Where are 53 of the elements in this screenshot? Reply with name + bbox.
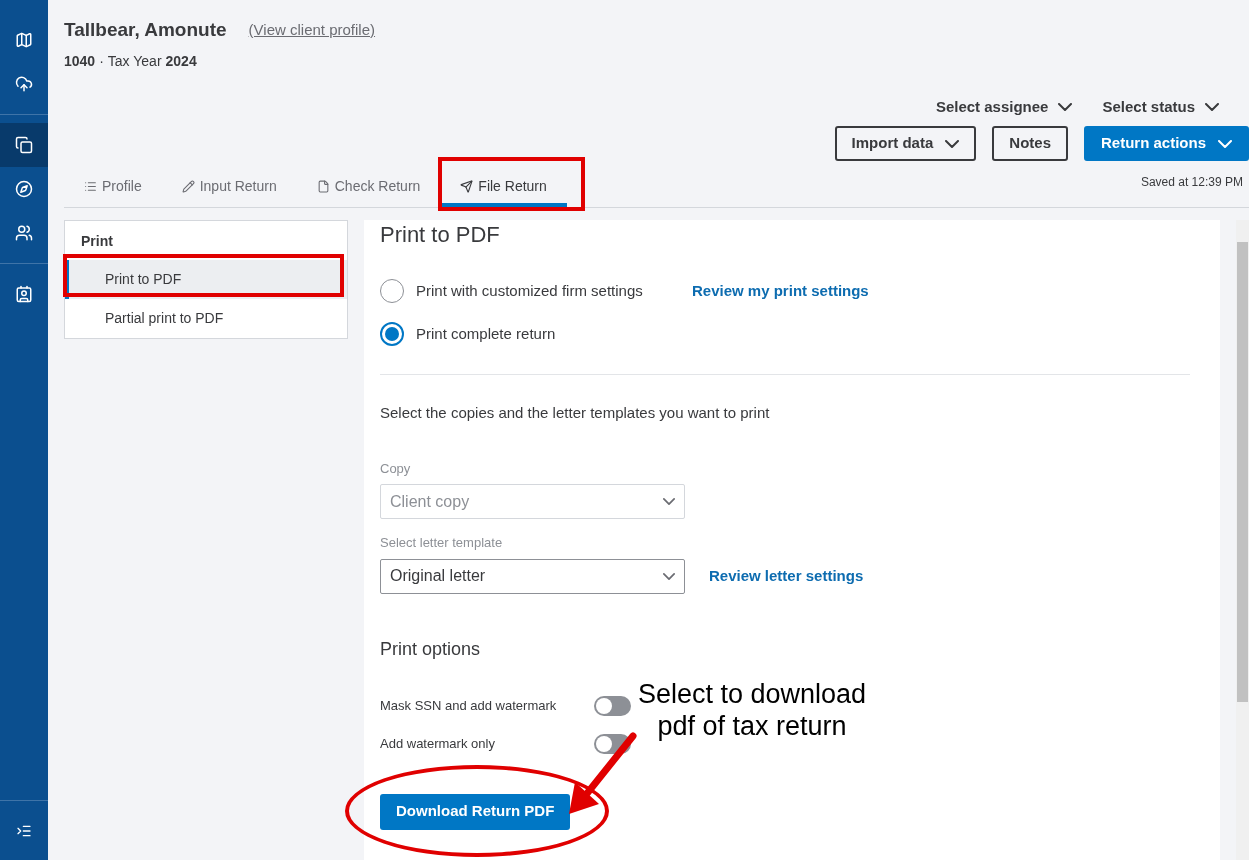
panel-title: Print to PDF bbox=[380, 221, 501, 249]
select-dropdown[interactable]: Select status bbox=[1102, 95, 1219, 118]
radio-label: Print complete return bbox=[416, 323, 557, 344]
action-button[interactable]: Return actions bbox=[1084, 126, 1249, 161]
tax-year: 2024 bbox=[165, 51, 197, 71]
copy-icon bbox=[15, 136, 33, 154]
compass-icon bbox=[15, 180, 33, 198]
tab[interactable]: Profile bbox=[64, 169, 162, 207]
sidebar-nav-button[interactable] bbox=[0, 123, 48, 167]
options-title: Print options bbox=[380, 637, 482, 661]
year-label: Tax Year bbox=[107, 51, 162, 71]
contact-card-icon bbox=[15, 285, 33, 303]
nav-heading: Print bbox=[80, 232, 114, 251]
saved-status: Saved at 12:39 PM bbox=[1140, 174, 1243, 191]
chevron-down-icon bbox=[663, 572, 675, 580]
select-dropdown[interactable]: Select assignee bbox=[935, 95, 1073, 118]
chevron-down-icon bbox=[945, 139, 960, 148]
cloud-upload-icon bbox=[15, 75, 33, 93]
toggle-switch[interactable] bbox=[594, 695, 631, 716]
toggle-label: Add watermark only bbox=[380, 734, 496, 753]
radio-button[interactable] bbox=[380, 322, 404, 346]
download-button[interactable]: Download Return PDF bbox=[380, 793, 571, 830]
letter-settings-link[interactable]: Review letter settings bbox=[709, 564, 864, 588]
nav-item[interactable]: Partial print to PDF bbox=[65, 299, 347, 338]
field-label: Select letter template bbox=[380, 534, 504, 552]
tab[interactable]: Input Return bbox=[161, 169, 297, 207]
print-settings-link[interactable]: Review my print settings bbox=[692, 279, 869, 303]
action-button[interactable]: Import data bbox=[834, 126, 977, 161]
chevron-down-icon bbox=[1058, 102, 1073, 111]
form-number: 1040 bbox=[64, 51, 96, 71]
people-icon bbox=[15, 224, 33, 242]
document-icon bbox=[316, 179, 330, 193]
client-name: Tallbear, Amonute bbox=[64, 18, 227, 42]
chevron-down-icon bbox=[663, 498, 675, 505]
tab[interactable]: Check Return bbox=[296, 169, 441, 207]
field-label: Copy bbox=[380, 459, 412, 478]
tab[interactable]: File Return bbox=[440, 169, 567, 207]
select-field[interactable]: Original letter bbox=[380, 558, 685, 594]
view-profile-link[interactable]: (View client profile) bbox=[248, 19, 376, 42]
separator-dot: · bbox=[99, 51, 104, 71]
map-icon bbox=[15, 31, 33, 49]
instruction-text: Select the copies and the letter templates you want to print bbox=[380, 403, 771, 423]
list-icon bbox=[84, 179, 97, 193]
chevron-down-icon bbox=[1218, 139, 1232, 148]
radio-button[interactable] bbox=[380, 279, 404, 303]
chevron-down-icon bbox=[1205, 102, 1219, 111]
pencil-icon bbox=[181, 179, 195, 193]
action-button[interactable]: Notes bbox=[992, 126, 1068, 161]
annotation-text: Select to download pdf of tax return bbox=[636, 678, 868, 742]
vertical-scrollbar[interactable] bbox=[1236, 220, 1249, 860]
toggle-label: Mask SSN and add watermark bbox=[380, 696, 558, 715]
radio-label: Print with customized firm settings bbox=[416, 280, 644, 301]
paper-plane-icon bbox=[460, 179, 474, 193]
